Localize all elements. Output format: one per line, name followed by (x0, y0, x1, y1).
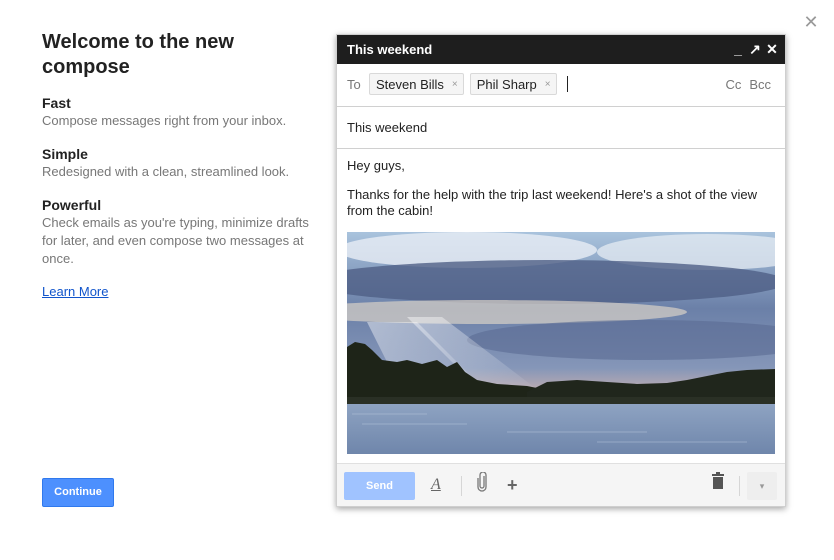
feature-description: Compose messages right from your inbox. (42, 113, 287, 128)
compose-header: This weekend _ ↗ ✕ (337, 35, 785, 64)
compose-title: This weekend (347, 42, 433, 57)
more-options-button[interactable]: ▾ (747, 472, 777, 500)
body-message: Thanks for the help with the trip last w… (347, 187, 758, 218)
minimize-icon[interactable]: _ (731, 39, 745, 59)
recipient-name: Steven Bills (376, 76, 444, 92)
cc-link[interactable]: Cc (725, 77, 741, 92)
subject-value: This weekend (347, 120, 428, 135)
toolbar-divider (739, 476, 740, 496)
discard-draft-icon[interactable] (711, 472, 725, 498)
to-label: To (347, 77, 361, 92)
cc-bcc-links: Cc Bcc (725, 77, 771, 92)
remove-recipient-icon[interactable]: × (452, 79, 458, 90)
to-field[interactable]: To Steven Bills × Phil Sharp × Cc Bcc (337, 64, 785, 107)
feature-title: Simple (42, 146, 88, 162)
feature-title: Fast (42, 95, 71, 111)
message-body[interactable]: Hey guys, Thanks for the help with the t… (337, 149, 785, 454)
formatting-options-icon[interactable]: A (431, 472, 441, 498)
popout-icon[interactable]: ↗ (748, 39, 762, 59)
feature-fast: Fast Compose messages right from your in… (42, 94, 322, 130)
close-icon[interactable]: ✕ (765, 39, 779, 59)
remove-recipient-icon[interactable]: × (545, 79, 551, 90)
bcc-link[interactable]: Bcc (749, 77, 771, 92)
intro-panel: Welcome to the new compose (42, 30, 322, 80)
recipient-chips: Steven Bills × Phil Sharp × (369, 73, 568, 95)
recipient-name: Phil Sharp (476, 76, 537, 92)
recipient-chip[interactable]: Steven Bills × (369, 73, 464, 95)
insert-more-icon[interactable]: + (507, 472, 518, 498)
body-greeting: Hey guys, (347, 158, 405, 173)
send-button[interactable]: Send (344, 472, 415, 500)
learn-more-link[interactable]: Learn More (42, 284, 108, 299)
compose-footer: Send A + ▾ (337, 463, 785, 506)
inline-photo (347, 232, 775, 454)
feature-title: Powerful (42, 197, 102, 213)
lake-sunset-image (347, 232, 775, 454)
feature-simple: Simple Redesigned with a clean, streamli… (42, 145, 322, 181)
text-cursor (566, 76, 568, 92)
attach-file-icon[interactable] (476, 471, 488, 498)
feature-description: Check emails as you're typing, minimize … (42, 215, 309, 266)
dialog-close-icon[interactable]: ✕ (801, 12, 821, 32)
header-controls: _ ↗ ✕ (731, 39, 779, 59)
compose-window: This weekend _ ↗ ✕ To Steven Bills × Phi… (336, 34, 786, 507)
feature-powerful: Powerful Check emails as you're typing, … (42, 196, 322, 268)
toolbar-divider (461, 476, 462, 496)
continue-button[interactable]: Continue (42, 478, 114, 507)
feature-description: Redesigned with a clean, streamlined loo… (42, 164, 290, 179)
recipient-chip[interactable]: Phil Sharp × (469, 73, 557, 95)
subject-field[interactable]: This weekend (337, 107, 785, 149)
intro-title: Welcome to the new compose (42, 31, 234, 78)
